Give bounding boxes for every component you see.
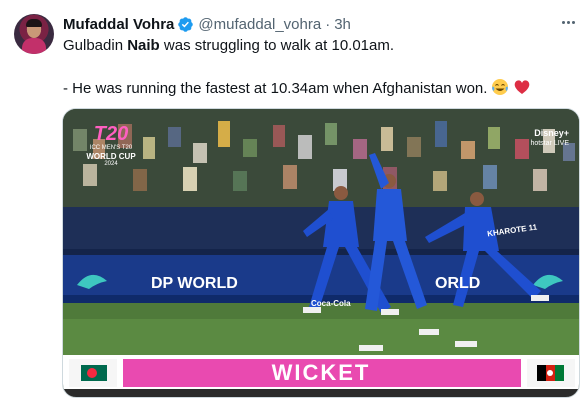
author-name[interactable]: Mufaddal Vohra (63, 16, 174, 33)
line2-text: - He was running the fastest at 10.34am … (63, 80, 488, 97)
author-avatar[interactable] (14, 14, 54, 54)
face-with-tears-of-joy-icon (492, 79, 509, 95)
wicket-label: WICKET (271, 360, 371, 385)
line1-bold: Naib (127, 37, 160, 54)
board-sponsor-left: DP WORLD (151, 275, 238, 292)
line1-suffix: was struggling to walk at 10.01am. (159, 37, 395, 54)
event-badge-sub: ICC MEN'S T20 (89, 145, 133, 151)
jersey-number: 11 (528, 222, 538, 233)
tweet-header: Mufaddal Vohra @mufaddal_vohra · 3h (63, 14, 351, 34)
tweet-media-video[interactable]: T20 ICC MEN'S T20 WORLD CUP 2024 Disney+… (62, 108, 580, 398)
event-badge-year: 2024 (104, 161, 118, 167)
tweet-text-line-1: Gulbadin Naib was struggling to walk at … (63, 36, 394, 56)
verified-badge-icon (178, 16, 194, 32)
board-small-sponsor: Coca-Cola (311, 299, 351, 308)
avatar-hair (26, 19, 42, 27)
event-badge-top: T20 (93, 123, 129, 145)
broadcaster-live: LIVE (553, 140, 569, 147)
author-handle[interactable]: @mufaddal_vohra (198, 16, 321, 33)
header-separator: · (325, 15, 331, 33)
broadcaster-sub: hotstar (530, 140, 552, 147)
red-heart-icon (515, 80, 530, 94)
line1-prefix: Gulbadin (63, 37, 128, 54)
broadcaster-logo: Disney+ hotstar LIVE (530, 129, 569, 148)
event-badge-main: WORLD CUP (86, 152, 136, 161)
world-cup-logo: T20 ICC MEN'S T20 WORLD CUP 2024 (81, 123, 141, 168)
board-sponsor-right: ORLD (435, 275, 481, 292)
broadcaster-name: Disney+ (534, 128, 569, 138)
more-options-icon[interactable] (558, 12, 578, 32)
tweet-text-line-2: - He was running the fastest at 10.34am … (63, 78, 531, 99)
avatar-shirt (22, 38, 46, 54)
tweet-timestamp[interactable]: 3h (334, 16, 351, 33)
